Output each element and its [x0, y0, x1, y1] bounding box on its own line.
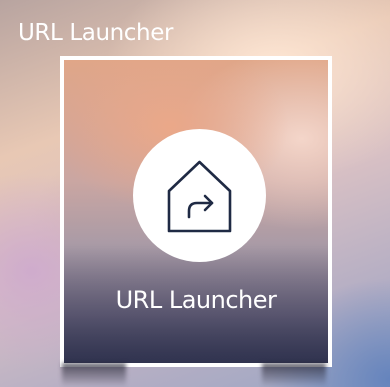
app-title: URL Launcher [18, 20, 174, 46]
icon-circle [133, 129, 266, 262]
tile-label: URL Launcher [115, 286, 277, 314]
house-with-share-arrow-icon [167, 160, 232, 233]
launcher-screen: URL Launcher URL Launcher [0, 0, 390, 387]
url-launcher-tile[interactable]: URL Launcher [60, 56, 332, 367]
tile-reflection-right [262, 363, 326, 387]
tile-reflection-left [62, 363, 126, 387]
